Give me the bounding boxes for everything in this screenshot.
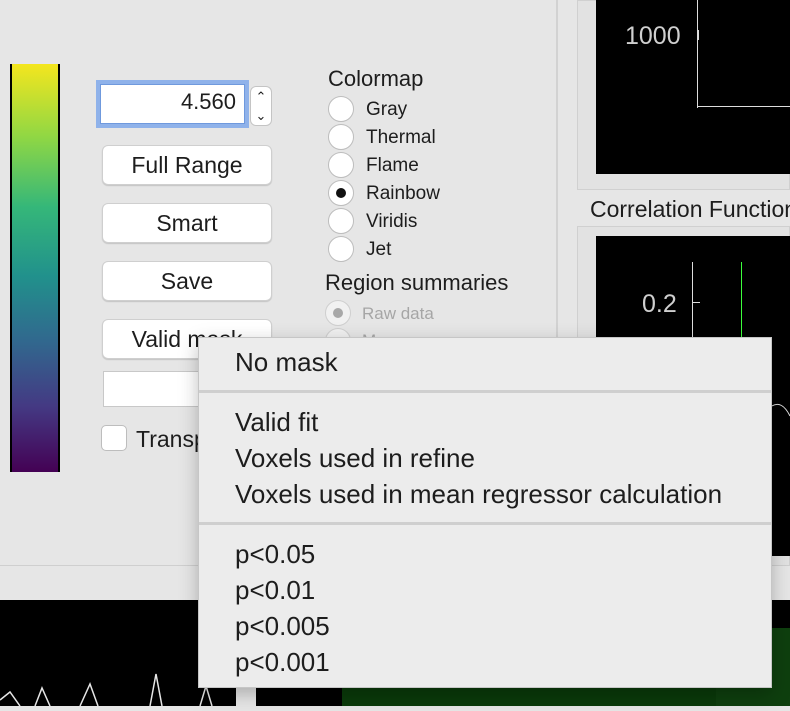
menu-item-no-mask[interactable]: No mask <box>235 347 338 378</box>
top-plot-axis <box>697 0 698 108</box>
radio-label-flame: Flame <box>366 155 419 176</box>
menu-item-valid-fit[interactable]: Valid fit <box>235 407 318 438</box>
transparent-checkbox[interactable] <box>101 425 127 451</box>
radio-label-rainbow: Rainbow <box>366 183 440 204</box>
colormap-title: Colormap <box>328 66 424 91</box>
chevron-up-icon[interactable]: ⌃ <box>251 87 271 106</box>
mask-dropdown-menu: No mask Valid fit Voxels used in refine … <box>198 337 772 688</box>
menu-item-voxels-refine[interactable]: Voxels used in refine <box>235 443 475 474</box>
top-plot-tick-label: 1000 <box>625 22 681 50</box>
menu-item-p0001[interactable]: p<0.001 <box>235 647 330 678</box>
correlation-tick-label: 0.2 <box>642 290 677 318</box>
max-value-stepper[interactable]: ⌃ ⌄ <box>250 86 272 126</box>
menu-item-p0005[interactable]: p<0.005 <box>235 611 330 642</box>
radio-label-raw-data: Raw data <box>362 304 434 323</box>
radio-label-gray: Gray <box>366 99 408 120</box>
region-summaries-title: Region summaries <box>325 270 509 295</box>
radio-jet[interactable] <box>328 236 354 262</box>
full-range-button[interactable]: Full Range <box>102 145 272 185</box>
radio-label-viridis: Viridis <box>366 211 418 232</box>
radio-viridis[interactable] <box>328 208 354 234</box>
radio-rainbow[interactable] <box>328 180 354 206</box>
chevron-down-icon[interactable]: ⌄ <box>251 106 271 125</box>
transparent-label: Transp <box>136 426 207 452</box>
radio-thermal[interactable] <box>328 124 354 150</box>
colorbar <box>10 64 60 472</box>
save-button[interactable]: Save <box>102 261 272 301</box>
radio-raw-data[interactable] <box>325 300 351 326</box>
correlation-curve <box>772 403 790 417</box>
top-plot: 1000 <box>596 0 790 174</box>
radio-label-thermal: Thermal <box>366 127 436 148</box>
menu-separator <box>199 522 771 525</box>
menu-item-p001[interactable]: p<0.01 <box>235 575 315 606</box>
radio-label-jet: Jet <box>366 239 392 260</box>
correlation-title: Correlation Function <box>590 196 790 222</box>
radio-flame[interactable] <box>328 152 354 178</box>
max-value-field[interactable]: 4.560 <box>100 84 245 124</box>
smart-button[interactable]: Smart <box>102 203 272 243</box>
menu-item-voxels-mean-regressor[interactable]: Voxels used in mean regressor calculatio… <box>235 479 722 510</box>
radio-gray[interactable] <box>328 96 354 122</box>
menu-item-p005[interactable]: p<0.05 <box>235 539 315 570</box>
menu-separator <box>199 390 771 393</box>
